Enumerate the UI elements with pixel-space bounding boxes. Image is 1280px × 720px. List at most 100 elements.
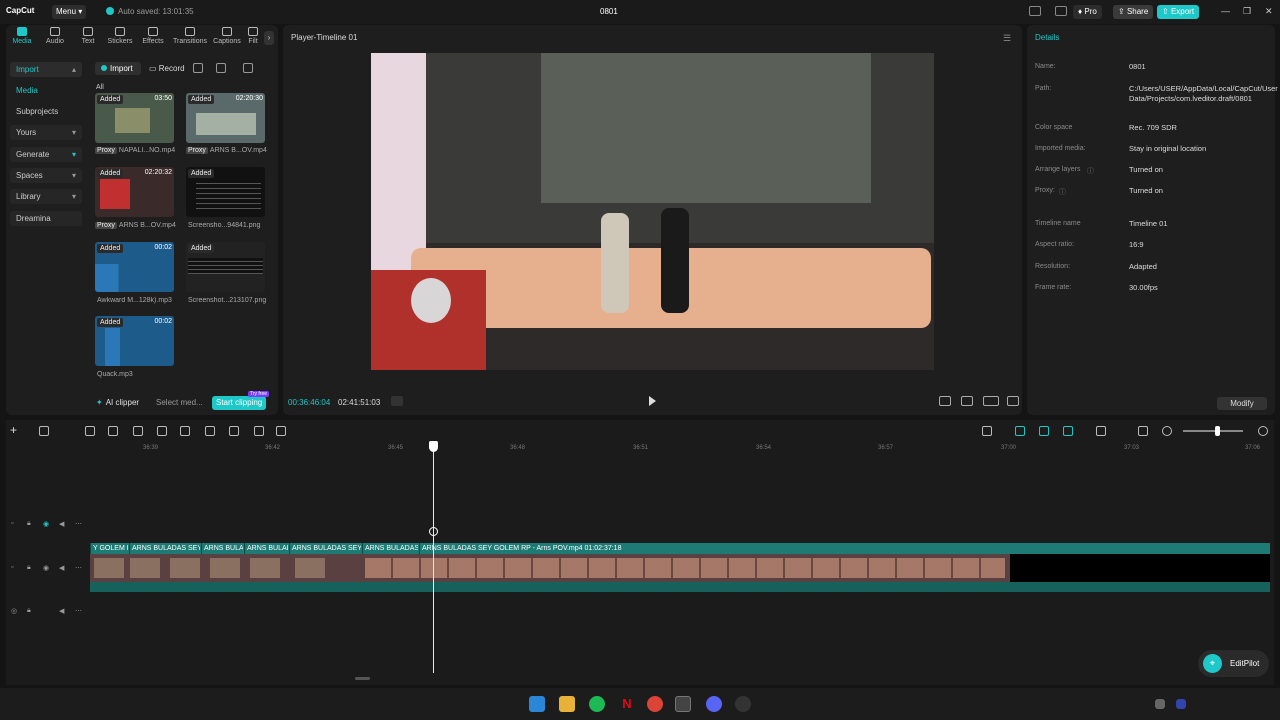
grid-view-icon[interactable] xyxy=(193,63,203,73)
tab-text[interactable]: Text xyxy=(72,27,104,45)
clip-label[interactable]: ARNS BULAD xyxy=(244,543,288,554)
editpilot-button[interactable]: ⌖ EditPilot xyxy=(1198,650,1270,677)
zoom-slider-knob[interactable] xyxy=(1215,426,1220,436)
capcut-icon[interactable] xyxy=(675,696,691,712)
tray-icon[interactable] xyxy=(1176,699,1186,709)
shield-icon[interactable] xyxy=(229,426,239,436)
link-icon[interactable] xyxy=(1015,426,1025,436)
ai-clipper-button[interactable]: ✦ AI clipper xyxy=(96,398,139,407)
split-right-icon[interactable] xyxy=(180,426,190,436)
hamburger-menu-icon[interactable]: ☰ xyxy=(1003,33,1011,44)
lock-icon[interactable]: 🔒︎ xyxy=(27,564,31,572)
maximize-icon[interactable]: ❐ xyxy=(1243,6,1251,17)
netflix-icon[interactable]: N xyxy=(619,696,635,712)
clip-label[interactable]: ARNS BULADAS SEY G xyxy=(289,543,361,554)
timeline-view-icon[interactable] xyxy=(391,396,403,406)
track-thumb-icon[interactable]: ▫ xyxy=(11,564,13,571)
speaker-icon[interactable]: ◀ xyxy=(59,607,64,615)
file-explorer-icon[interactable] xyxy=(559,696,575,712)
clip-label[interactable]: ARNS BULA xyxy=(201,543,243,554)
sidebar-item-library[interactable]: Library ▾ xyxy=(10,189,82,204)
split-left-icon[interactable] xyxy=(157,426,167,436)
media-thumbnail[interactable]: Added 02:20:32 xyxy=(95,167,174,217)
play-icon[interactable] xyxy=(649,396,656,406)
sidebar-item-dreamina[interactable]: Dreamina xyxy=(10,211,82,226)
minimize-icon[interactable]: — xyxy=(1221,6,1230,16)
chrome-icon[interactable] xyxy=(647,696,663,712)
record-button[interactable]: ▭ Record xyxy=(149,62,185,75)
media-thumbnail[interactable]: Added 02:20:30 xyxy=(186,93,265,143)
sidebar-item-import[interactable]: Import ▴ xyxy=(10,62,82,77)
shortcuts-icon[interactable] xyxy=(1055,6,1067,16)
freeze-icon[interactable] xyxy=(254,426,264,436)
timeline-scrollbar[interactable] xyxy=(355,677,370,680)
playhead-handle[interactable] xyxy=(429,441,438,452)
more-icon[interactable]: ⋯ xyxy=(75,564,82,572)
sidebar-item-spaces[interactable]: Spaces ▾ xyxy=(10,168,82,183)
sort-icon[interactable] xyxy=(216,63,226,73)
clip-label[interactable]: ARNS BULADAS S xyxy=(362,543,418,554)
quality-icon[interactable] xyxy=(939,396,951,406)
media-thumbnail[interactable]: Added 00:02 xyxy=(95,316,174,366)
clip-label[interactable]: ARNS BULADAS SEY GOLEM RP - Arns POV.mp4… xyxy=(419,543,1019,554)
modify-button[interactable]: Modify xyxy=(1217,397,1267,410)
share-button[interactable]: ⇪ Share xyxy=(1113,5,1154,19)
eye-icon[interactable]: ◉ xyxy=(43,564,49,572)
delete-icon[interactable] xyxy=(205,426,215,436)
add-icon[interactable]: + xyxy=(10,423,17,437)
speaker-icon[interactable]: ◀ xyxy=(59,564,64,572)
redo-icon[interactable] xyxy=(108,426,118,436)
spotify-icon[interactable] xyxy=(589,696,605,712)
magnet-icon[interactable] xyxy=(1039,426,1049,436)
tab-media[interactable]: Media xyxy=(6,27,38,45)
clip-label[interactable]: Y GOLEM R xyxy=(90,543,128,554)
close-icon[interactable]: ✕ xyxy=(1265,6,1273,17)
track-thumb-icon[interactable]: ▫ xyxy=(11,520,13,527)
snap-icon[interactable] xyxy=(1063,426,1073,436)
obs-icon[interactable] xyxy=(735,696,751,712)
export-button[interactable]: ⇧ Export xyxy=(1157,5,1200,19)
fullscreen-icon[interactable] xyxy=(1007,396,1019,406)
split-icon[interactable] xyxy=(133,426,143,436)
media-thumbnail[interactable]: Added 00:02 xyxy=(95,242,174,292)
start-clipping-button[interactable]: Start clipping xyxy=(212,396,267,410)
layout-icon[interactable] xyxy=(1029,6,1041,16)
tab-audio[interactable]: Audio xyxy=(39,27,71,45)
eye-icon[interactable]: ◉ xyxy=(43,520,49,528)
tab-filters[interactable]: Filt xyxy=(244,27,262,45)
zoom-in-icon[interactable] xyxy=(1258,426,1268,436)
sidebar-item-subprojects[interactable]: Subprojects xyxy=(10,104,82,119)
more-icon[interactable]: ⋯ xyxy=(75,607,82,615)
ratio-icon[interactable] xyxy=(983,396,999,406)
video-preview[interactable] xyxy=(371,53,934,370)
speaker-icon[interactable]: ◀ xyxy=(59,520,64,528)
sidebar-item-media[interactable]: Media xyxy=(10,83,82,98)
clip-label[interactable]: ARNS BULADAS SEY G xyxy=(129,543,200,554)
select-media-dropdown[interactable]: Select med... xyxy=(156,398,203,407)
select-tool-icon[interactable] xyxy=(39,426,49,436)
tab-captions[interactable]: Captions xyxy=(211,27,243,45)
tab-transitions[interactable]: Transitions xyxy=(172,27,208,45)
audio-waveform-track[interactable] xyxy=(90,582,1270,592)
tab-effects[interactable]: Effects xyxy=(137,27,169,45)
pen-icon[interactable] xyxy=(276,426,286,436)
playhead[interactable] xyxy=(433,441,434,673)
tray-icon[interactable] xyxy=(1155,699,1165,709)
windows-start-icon[interactable] xyxy=(529,696,545,712)
microphone-icon[interactable] xyxy=(982,426,992,436)
tabs-scroll-right-icon[interactable]: › xyxy=(264,31,274,45)
caption-icon[interactable] xyxy=(1138,426,1148,436)
media-thumbnail[interactable]: Added xyxy=(186,242,265,292)
filter-icon[interactable] xyxy=(243,63,253,73)
more-icon[interactable]: ⋯ xyxy=(75,520,82,528)
menu-button[interactable]: Menu ▾ xyxy=(52,5,87,19)
info-icon[interactable]: ⓘ xyxy=(1059,187,1066,197)
tab-stickers[interactable]: Stickers xyxy=(104,27,136,45)
zoom-slider[interactable] xyxy=(1183,430,1243,432)
zoom-out-icon[interactable] xyxy=(1162,426,1172,436)
media-thumbnail[interactable]: Added xyxy=(186,167,265,217)
pro-button[interactable]: ♦ Pro xyxy=(1073,5,1102,19)
import-button[interactable]: Import xyxy=(95,62,141,75)
lock-icon[interactable]: 🔒︎ xyxy=(27,607,31,615)
sidebar-item-yours[interactable]: Yours ▾ xyxy=(10,125,82,140)
